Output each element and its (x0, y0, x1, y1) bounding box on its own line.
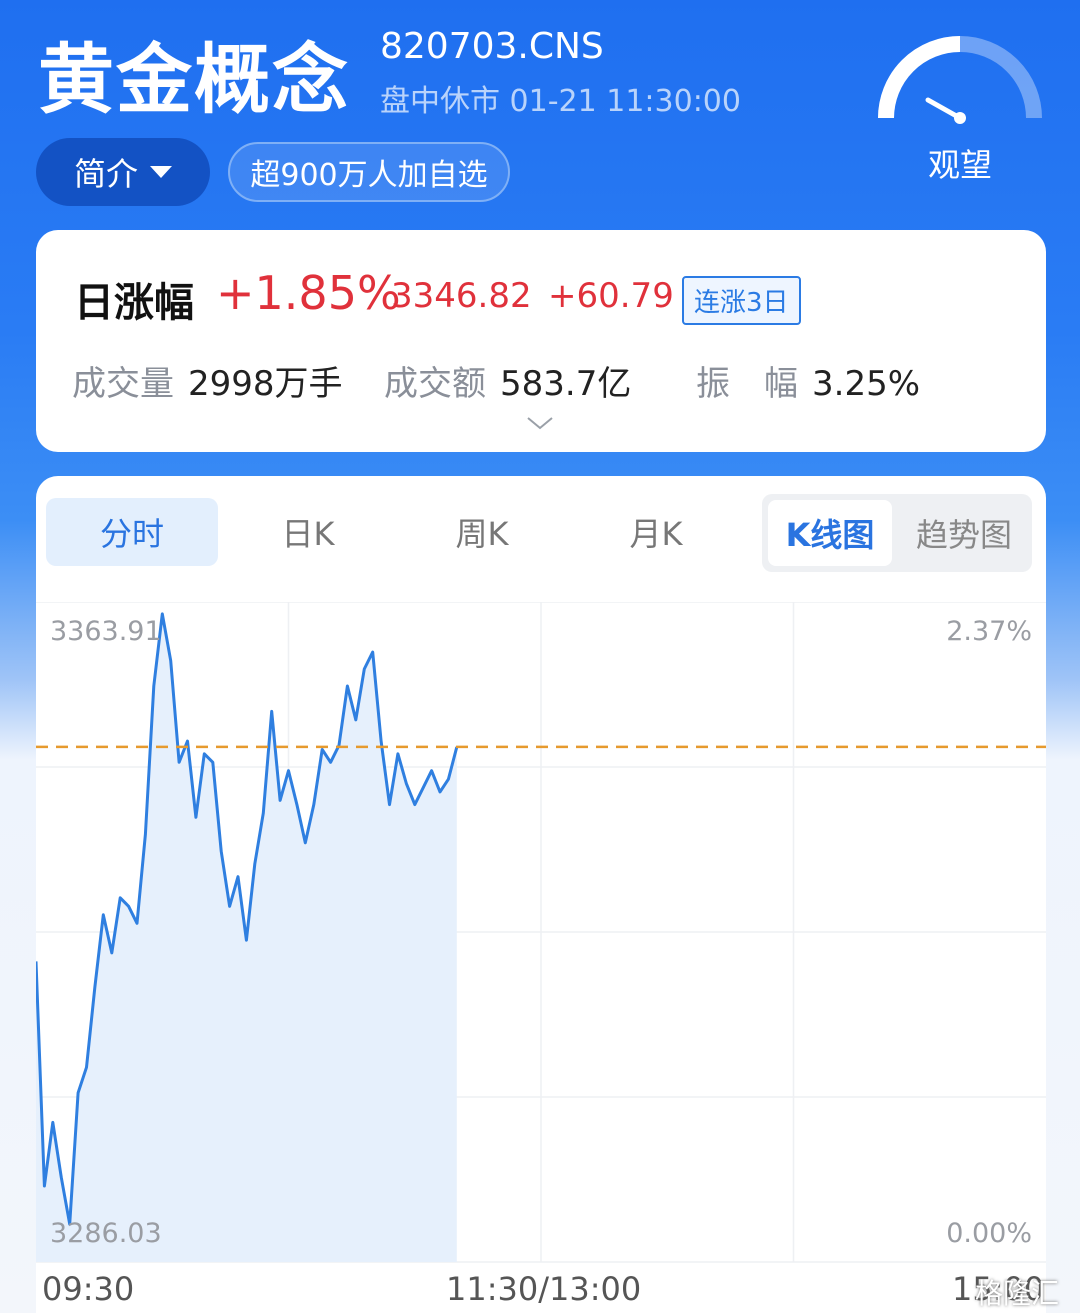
daily-change-label: 日涨幅 (74, 280, 194, 326)
index-code: 820703.CNS (380, 26, 604, 67)
stat-value: 3.25% (812, 364, 921, 404)
streak-badge: 连涨3日 (682, 276, 801, 325)
stat-volume: 成交量 2998万手 (72, 356, 343, 405)
toggle-kline[interactable]: K线图 (768, 500, 892, 566)
watermark-logo: 格隆汇 (975, 1277, 1060, 1310)
tab-daily-k[interactable]: 日K (222, 498, 394, 566)
intro-button-label: 简介 (73, 155, 138, 193)
change-percent: +1.85% (216, 266, 401, 320)
intro-button[interactable]: 简介 (36, 138, 210, 206)
y-max-label: 3363.91 (50, 616, 162, 647)
change-amount: +60.79 (548, 276, 674, 316)
x-tick-open: 09:30 (42, 1270, 135, 1308)
sentiment-label: 观望 (927, 146, 992, 184)
favorites-badge[interactable]: 超900万人加自选 (228, 142, 510, 202)
chevron-down-icon (150, 166, 172, 178)
tab-intraday[interactable]: 分时 (46, 498, 218, 566)
pct-min-label: 0.00% (946, 1218, 1032, 1249)
market-status: 盘中休市 01-21 11:30:00 (380, 84, 741, 119)
x-tick-midday: 11:30/13:00 (446, 1270, 642, 1308)
intraday-chart: 3363.91 3286.03 2.37% 0.00% 09:30 11:30/… (36, 601, 1046, 1313)
quote-summary-card: 日涨幅 +1.85% 3346.82 +60.79 连涨3日 成交量 2998万手… (36, 230, 1046, 452)
stat-value: 2998万手 (188, 364, 343, 404)
y-min-label: 3286.03 (50, 1218, 162, 1249)
stat-key: 成交量 (72, 364, 174, 404)
stat-amplitude: 振 幅 3.25% (696, 356, 920, 405)
stat-turnover: 成交额 583.7亿 (384, 356, 631, 405)
quote-header: 黄金概念 820703.CNS 盘中休市 01-21 11:30:00 简介 超… (0, 0, 1080, 230)
stat-value: 583.7亿 (500, 364, 632, 404)
tab-weekly-k[interactable]: 周K (396, 498, 568, 566)
pct-max-label: 2.37% (946, 616, 1032, 647)
toggle-trend[interactable]: 趋势图 (902, 500, 1026, 566)
index-title: 黄金概念 (38, 35, 350, 124)
intraday-chart-svg (36, 601, 1046, 1263)
chart-card: 分时 日K 周K 月K K线图 趋势图 3363.91 3286.03 2.37… (36, 476, 1046, 1313)
sentiment-gauge-icon[interactable] (870, 28, 1050, 128)
view-toggle: K线图 趋势图 (762, 494, 1032, 572)
stat-key: 成交额 (384, 364, 486, 404)
tab-monthly-k[interactable]: 月K (570, 498, 742, 566)
last-price: 3346.82 (391, 276, 532, 316)
expand-chevron-icon[interactable] (526, 416, 554, 430)
stat-key: 振 幅 (696, 364, 798, 404)
